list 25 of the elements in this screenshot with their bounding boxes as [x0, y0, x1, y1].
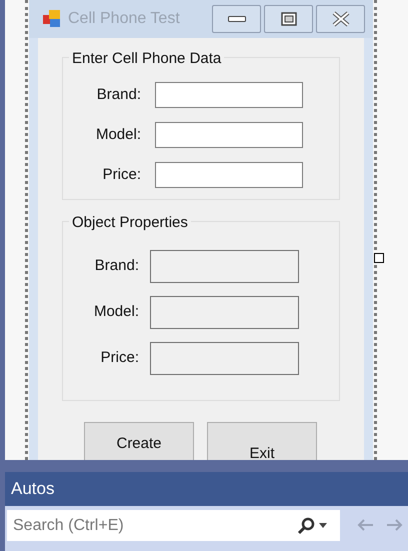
- maximize-icon: [280, 12, 296, 26]
- text-field[interactable]: [155, 122, 303, 148]
- minimize-icon: [228, 16, 246, 22]
- panel-title: Autos: [11, 478, 54, 500]
- search-icon: [297, 516, 315, 534]
- field-label: Brand:: [96, 84, 141, 105]
- search-field[interactable]: Search (Ctrl+E): [7, 510, 297, 541]
- text-field[interactable]: [155, 162, 303, 188]
- caret-icon: [319, 523, 327, 528]
- minimize-button[interactable]: [212, 5, 261, 33]
- form-button[interactable]: Exit: [207, 422, 317, 460]
- field-label: Model:: [94, 124, 141, 145]
- field-label: Brand:: [94, 256, 139, 276]
- text-field[interactable]: [155, 82, 303, 108]
- resize-handle[interactable]: [374, 253, 384, 263]
- app-icon: [42, 9, 62, 29]
- close-button[interactable]: [316, 5, 365, 33]
- field-label: Price:: [102, 164, 141, 185]
- close-icon: [332, 11, 350, 27]
- maximize-button[interactable]: [264, 5, 313, 33]
- field-label: Model:: [92, 302, 139, 322]
- form-button[interactable]: Create: [84, 422, 194, 460]
- search-button[interactable]: [297, 510, 340, 541]
- field-label: Price:: [100, 348, 139, 368]
- window-title: Cell Phone Test: [68, 9, 180, 29]
